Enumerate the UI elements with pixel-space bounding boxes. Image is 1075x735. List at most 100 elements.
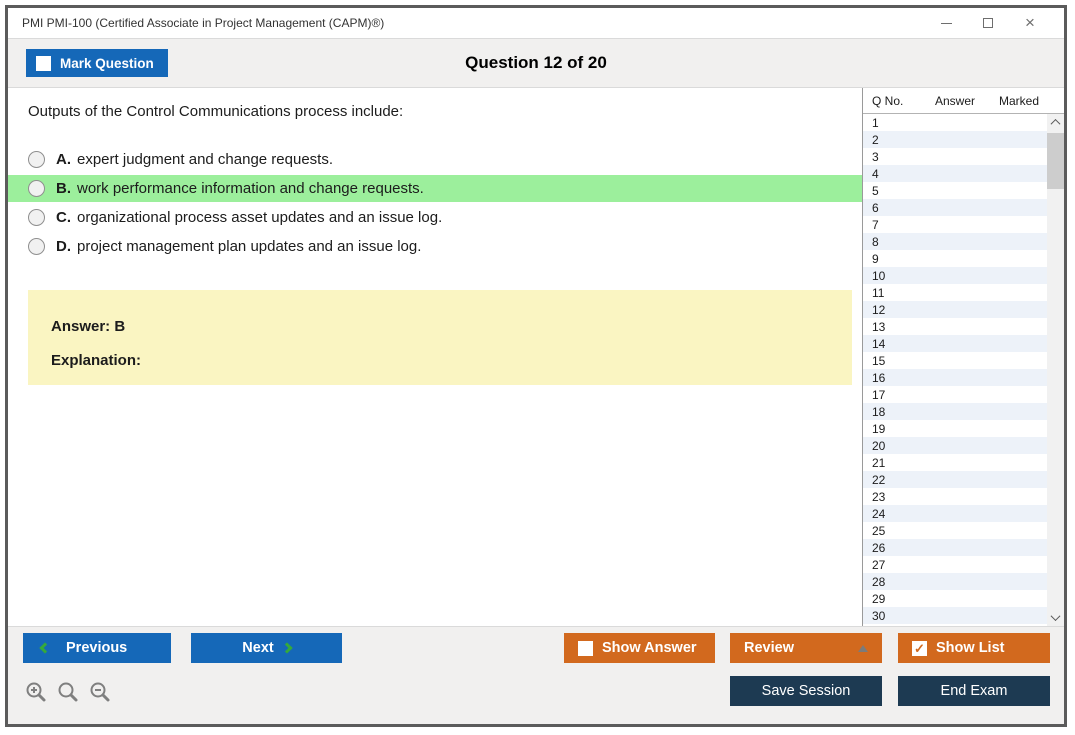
scrollbar-thumb[interactable] bbox=[1047, 133, 1064, 189]
row-qno: 18 bbox=[872, 404, 886, 419]
question-list-row[interactable]: 18 bbox=[863, 403, 1047, 420]
question-list-row[interactable]: 19 bbox=[863, 420, 1047, 437]
row-qno: 15 bbox=[872, 353, 886, 368]
question-list-row[interactable]: 14 bbox=[863, 335, 1047, 352]
footer-bar: Previous Next Show Answer Review ✓ Show … bbox=[8, 626, 1064, 724]
question-list-row[interactable]: 26 bbox=[863, 539, 1047, 556]
zoom-reset-icon[interactable] bbox=[56, 680, 80, 704]
close-button[interactable]: × bbox=[1022, 14, 1038, 31]
previous-button[interactable]: Previous bbox=[23, 633, 171, 663]
option-text: organizational process asset updates and… bbox=[77, 209, 443, 226]
option-row[interactable]: D. project management plan updates and an… bbox=[8, 233, 862, 260]
show-answer-checkbox[interactable] bbox=[578, 640, 593, 656]
save-session-button[interactable]: Save Session bbox=[730, 676, 882, 706]
show-list-checkbox[interactable]: ✓ bbox=[912, 640, 927, 656]
option-row[interactable]: C. organizational process asset updates a… bbox=[8, 204, 862, 231]
maximize-button[interactable] bbox=[980, 15, 996, 31]
row-qno: 28 bbox=[872, 574, 886, 589]
question-list-row[interactable]: 22 bbox=[863, 471, 1047, 488]
row-qno: 13 bbox=[872, 319, 886, 334]
question-list-row[interactable]: 3 bbox=[863, 148, 1047, 165]
header-bar: Mark Question Question 12 of 20 bbox=[8, 38, 1064, 88]
review-label: Review bbox=[744, 640, 794, 656]
question-list-row[interactable]: 21 bbox=[863, 454, 1047, 471]
question-list-row[interactable]: 10 bbox=[863, 267, 1047, 284]
radio-button[interactable] bbox=[28, 238, 45, 255]
question-list-row[interactable]: 13 bbox=[863, 318, 1047, 335]
review-button[interactable]: Review bbox=[730, 633, 882, 663]
question-list-row[interactable]: 8 bbox=[863, 233, 1047, 250]
question-list-row[interactable]: 25 bbox=[863, 522, 1047, 539]
question-list-row[interactable]: 9 bbox=[863, 250, 1047, 267]
question-list-row[interactable]: 5 bbox=[863, 182, 1047, 199]
question-list-row[interactable]: 2 bbox=[863, 131, 1047, 148]
row-qno: 21 bbox=[872, 455, 886, 470]
question-list-row[interactable]: 17 bbox=[863, 386, 1047, 403]
exam-window: PMI PMI-100 (Certified Associate in Proj… bbox=[5, 5, 1067, 727]
question-list-row[interactable]: 27 bbox=[863, 556, 1047, 573]
show-answer-button[interactable]: Show Answer bbox=[564, 633, 715, 663]
row-qno: 4 bbox=[872, 166, 879, 181]
minimize-button[interactable] bbox=[938, 15, 954, 31]
row-qno: 20 bbox=[872, 438, 886, 453]
answer-box: Answer: B Explanation: bbox=[28, 290, 852, 385]
chevron-left-icon bbox=[39, 642, 51, 654]
row-qno: 3 bbox=[872, 149, 879, 164]
chevron-up-icon bbox=[1050, 118, 1061, 129]
row-qno: 10 bbox=[872, 268, 886, 283]
row-qno: 5 bbox=[872, 183, 879, 198]
zoom-in-icon[interactable] bbox=[24, 680, 48, 704]
question-list-row[interactable]: 7 bbox=[863, 216, 1047, 233]
row-qno: 29 bbox=[872, 591, 886, 606]
next-label: Next bbox=[242, 640, 274, 656]
radio-button[interactable] bbox=[28, 180, 45, 197]
row-qno: 17 bbox=[872, 387, 886, 402]
option-row[interactable]: B. work performance information and chang… bbox=[8, 175, 862, 202]
question-list-row[interactable]: 11 bbox=[863, 284, 1047, 301]
question-list-row[interactable]: 30 bbox=[863, 607, 1047, 624]
scroll-up-button[interactable] bbox=[1047, 114, 1064, 131]
row-qno: 11 bbox=[872, 285, 885, 300]
radio-button[interactable] bbox=[28, 209, 45, 226]
row-qno: 19 bbox=[872, 421, 886, 436]
question-list-row[interactable]: 15 bbox=[863, 352, 1047, 369]
question-list-row[interactable]: 23 bbox=[863, 488, 1047, 505]
question-list-row[interactable]: 24 bbox=[863, 505, 1047, 522]
row-qno: 25 bbox=[872, 523, 886, 538]
show-list-button[interactable]: ✓ Show List bbox=[898, 633, 1050, 663]
question-list-row[interactable]: 29 bbox=[863, 590, 1047, 607]
scrollbar-track[interactable] bbox=[1047, 131, 1064, 609]
window-controls: × bbox=[938, 14, 1050, 31]
row-qno: 22 bbox=[872, 472, 886, 487]
end-exam-button[interactable]: End Exam bbox=[898, 676, 1050, 706]
radio-button[interactable] bbox=[28, 151, 45, 168]
question-list-row[interactable]: 28 bbox=[863, 573, 1047, 590]
column-answer: Answer bbox=[934, 93, 975, 108]
option-text: work performance information and change … bbox=[77, 180, 424, 197]
row-qno: 8 bbox=[872, 234, 879, 249]
scroll-down-button[interactable] bbox=[1047, 609, 1064, 626]
question-list-row[interactable]: 16 bbox=[863, 369, 1047, 386]
question-list-row[interactable]: 4 bbox=[863, 165, 1047, 182]
question-list-scrollbar[interactable] bbox=[1047, 114, 1064, 626]
save-session-label: Save Session bbox=[761, 683, 851, 699]
question-list-row[interactable]: 20 bbox=[863, 437, 1047, 454]
zoom-out-icon[interactable] bbox=[88, 680, 112, 704]
triangle-up-icon bbox=[858, 645, 868, 652]
question-counter: Question 12 of 20 bbox=[465, 53, 607, 72]
minimize-icon bbox=[940, 22, 952, 24]
show-list-label: Show List bbox=[936, 640, 1005, 656]
question-list-row[interactable]: 12 bbox=[863, 301, 1047, 318]
question-list-row[interactable]: 6 bbox=[863, 199, 1047, 216]
question-panel: Outputs of the Control Communications pr… bbox=[8, 88, 862, 626]
option-row[interactable]: A. expert judgment and change requests. bbox=[8, 146, 862, 173]
row-qno: 14 bbox=[872, 336, 886, 351]
question-list-body: 1 2 3 4 5 6 7 8 9 10 11 12 13 14 15 16 17 18 19 20 21 22 23 24 2… bbox=[863, 114, 1047, 626]
option-letter: D. bbox=[56, 238, 71, 255]
row-qno: 7 bbox=[872, 217, 879, 232]
option-text: project management plan updates and an i… bbox=[77, 238, 422, 255]
option-letter: A. bbox=[56, 151, 71, 168]
row-qno: 2 bbox=[872, 132, 879, 147]
question-list-row[interactable]: 1 bbox=[863, 114, 1047, 131]
next-button[interactable]: Next bbox=[191, 633, 342, 663]
